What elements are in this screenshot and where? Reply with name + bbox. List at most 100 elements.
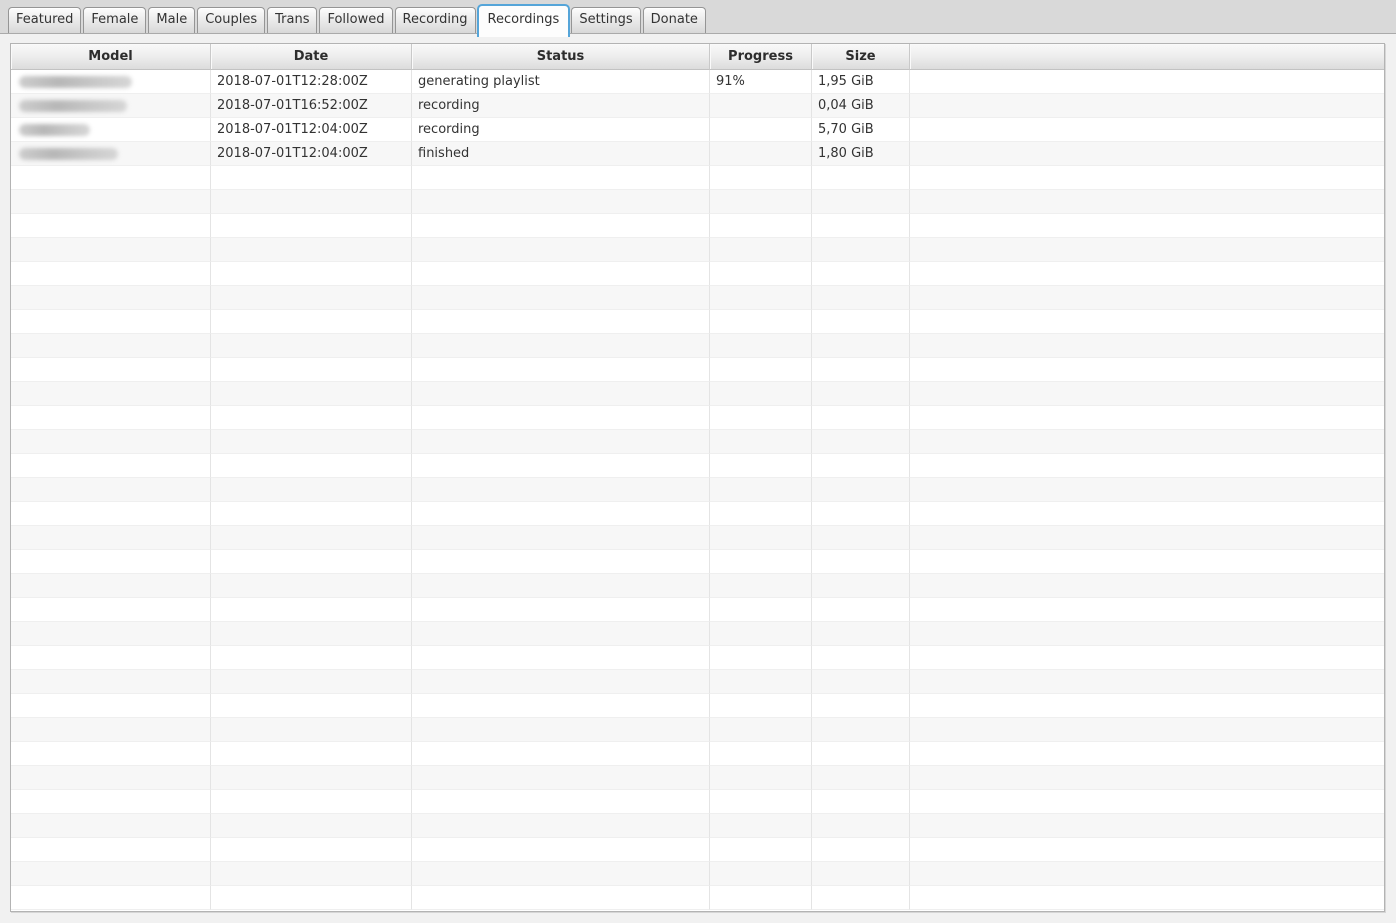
cell-model bbox=[11, 550, 211, 574]
cell-size bbox=[812, 190, 910, 214]
cell-progress bbox=[710, 454, 812, 478]
cell-size bbox=[812, 838, 910, 862]
cell-progress bbox=[710, 358, 812, 382]
cell-extra bbox=[910, 622, 1384, 646]
cell-model bbox=[11, 574, 211, 598]
table-row-empty bbox=[11, 670, 1384, 694]
cell-model bbox=[11, 190, 211, 214]
column-header-size[interactable]: Size bbox=[812, 44, 910, 70]
cell-model bbox=[11, 670, 211, 694]
table-row[interactable]: 2018-07-01T12:04:00Zfinished1,80 GiB bbox=[11, 142, 1384, 166]
table-row-empty bbox=[11, 646, 1384, 670]
tab-couples[interactable]: Couples bbox=[197, 7, 265, 33]
cell-extra bbox=[910, 70, 1384, 94]
cell-date bbox=[211, 286, 412, 310]
cell-size bbox=[812, 166, 910, 190]
cell-model bbox=[11, 262, 211, 286]
cell-progress bbox=[710, 886, 812, 910]
cell-extra bbox=[910, 646, 1384, 670]
cell-status bbox=[412, 478, 710, 502]
cell-extra bbox=[910, 118, 1384, 142]
cell-progress bbox=[710, 670, 812, 694]
cell-date: 2018-07-01T12:04:00Z bbox=[211, 142, 412, 166]
cell-progress bbox=[710, 574, 812, 598]
table-row-empty bbox=[11, 454, 1384, 478]
cell-size bbox=[812, 502, 910, 526]
cell-progress bbox=[710, 214, 812, 238]
cell-model bbox=[11, 286, 211, 310]
cell-status: finished bbox=[412, 142, 710, 166]
cell-date bbox=[211, 814, 412, 838]
cell-size bbox=[812, 790, 910, 814]
cell-size bbox=[812, 478, 910, 502]
tab-followed[interactable]: Followed bbox=[319, 7, 392, 33]
cell-date bbox=[211, 670, 412, 694]
cell-progress bbox=[710, 190, 812, 214]
column-header-extra[interactable] bbox=[910, 44, 1384, 70]
tab-recording[interactable]: Recording bbox=[395, 7, 476, 33]
cell-progress bbox=[710, 94, 812, 118]
cell-model bbox=[11, 310, 211, 334]
cell-model bbox=[11, 766, 211, 790]
cell-date bbox=[211, 478, 412, 502]
table-row-empty bbox=[11, 814, 1384, 838]
cell-progress bbox=[710, 118, 812, 142]
table-row[interactable]: 2018-07-01T12:04:00Zrecording5,70 GiB bbox=[11, 118, 1384, 142]
cell-progress bbox=[710, 286, 812, 310]
cell-status bbox=[412, 406, 710, 430]
tab-donate[interactable]: Donate bbox=[643, 7, 706, 33]
cell-size bbox=[812, 742, 910, 766]
cell-extra bbox=[910, 358, 1384, 382]
cell-model bbox=[11, 862, 211, 886]
column-header-progress[interactable]: Progress bbox=[710, 44, 812, 70]
cell-date bbox=[211, 430, 412, 454]
table-row-empty bbox=[11, 862, 1384, 886]
cell-status bbox=[412, 622, 710, 646]
cell-date bbox=[211, 742, 412, 766]
cell-date bbox=[211, 238, 412, 262]
column-header-model[interactable]: Model bbox=[11, 44, 211, 70]
table-row-empty bbox=[11, 382, 1384, 406]
cell-date bbox=[211, 358, 412, 382]
tab-featured[interactable]: Featured bbox=[8, 7, 81, 33]
cell-extra bbox=[910, 430, 1384, 454]
cell-model bbox=[11, 886, 211, 910]
cell-date bbox=[211, 166, 412, 190]
table-row-empty bbox=[11, 790, 1384, 814]
cell-model bbox=[11, 94, 211, 118]
table-row[interactable]: 2018-07-01T16:52:00Zrecording0,04 GiB bbox=[11, 94, 1384, 118]
cell-extra bbox=[910, 310, 1384, 334]
column-header-status[interactable]: Status bbox=[412, 44, 710, 70]
tab-trans[interactable]: Trans bbox=[267, 7, 317, 33]
table-row[interactable]: 2018-07-01T12:28:00Zgenerating playlist9… bbox=[11, 70, 1384, 94]
cell-progress bbox=[710, 862, 812, 886]
column-header-date[interactable]: Date bbox=[211, 44, 412, 70]
cell-progress bbox=[710, 502, 812, 526]
cell-date bbox=[211, 502, 412, 526]
tab-female[interactable]: Female bbox=[83, 7, 146, 33]
cell-date bbox=[211, 190, 412, 214]
cell-size bbox=[812, 862, 910, 886]
cell-size bbox=[812, 358, 910, 382]
cell-size bbox=[812, 670, 910, 694]
cell-model bbox=[11, 70, 211, 94]
tab-settings[interactable]: Settings bbox=[571, 7, 640, 33]
cell-model bbox=[11, 430, 211, 454]
cell-model bbox=[11, 790, 211, 814]
cell-status: recording bbox=[412, 118, 710, 142]
cell-progress bbox=[710, 838, 812, 862]
cell-status bbox=[412, 502, 710, 526]
redacted-model-name bbox=[19, 124, 90, 136]
cell-size bbox=[812, 454, 910, 478]
cell-progress bbox=[710, 598, 812, 622]
tab-male[interactable]: Male bbox=[148, 7, 195, 33]
cell-date bbox=[211, 838, 412, 862]
cell-extra bbox=[910, 94, 1384, 118]
cell-extra bbox=[910, 598, 1384, 622]
tab-recordings[interactable]: Recordings bbox=[477, 4, 571, 37]
cell-progress bbox=[710, 622, 812, 646]
cell-progress bbox=[710, 766, 812, 790]
cell-extra bbox=[910, 478, 1384, 502]
cell-date bbox=[211, 310, 412, 334]
cell-date bbox=[211, 550, 412, 574]
